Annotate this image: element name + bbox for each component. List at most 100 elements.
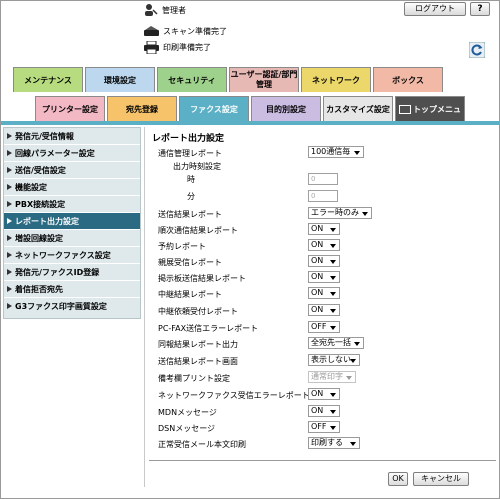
tx-result-report-select[interactable]: エラー時のみ bbox=[308, 207, 372, 219]
row-label: 送信結果レポート bbox=[158, 210, 222, 219]
chevron-down-icon bbox=[330, 244, 336, 248]
relay-result-select[interactable]: ON bbox=[308, 287, 340, 299]
sequential-report-select[interactable]: ON bbox=[308, 223, 340, 235]
triangle-right-icon bbox=[7, 252, 12, 258]
select-value: ON bbox=[311, 224, 324, 233]
sidebar-item-function[interactable]: 機能設定 bbox=[4, 179, 140, 196]
tx-report-screen-select[interactable]: 表示しない bbox=[308, 354, 360, 366]
relay-request-select[interactable]: ON bbox=[308, 304, 340, 316]
logout-button[interactable]: ログアウト bbox=[404, 2, 466, 16]
select-value: ON bbox=[311, 240, 324, 249]
tab-box[interactable]: ボックス bbox=[373, 67, 443, 92]
sidebar-item-g3-quality[interactable]: G3ファクス印字画質設定 bbox=[4, 298, 140, 315]
tab-fax-settings[interactable]: ファクス設定 bbox=[179, 96, 249, 121]
refresh-icon[interactable] bbox=[468, 41, 486, 59]
user-name: 管理者 bbox=[162, 6, 186, 15]
pcfax-error-select[interactable]: OFF bbox=[308, 321, 340, 333]
row-label: 掲示板送信結果レポート bbox=[158, 274, 246, 283]
comm-report-select[interactable]: 100通信毎 bbox=[308, 146, 364, 158]
tab-maintenance[interactable]: メンテナンス bbox=[13, 67, 83, 92]
tab-customize-settings[interactable]: カスタマイズ設定 bbox=[323, 96, 393, 121]
sidebar-item-extra-line[interactable]: 増設回線設定 bbox=[4, 230, 140, 247]
tab-environment[interactable]: 環境設定 bbox=[85, 67, 155, 92]
sidebar-item-label: 送信/受信設定 bbox=[15, 166, 66, 175]
select-value: ON bbox=[311, 272, 324, 281]
row-label: 正常受信メール本文印刷 bbox=[158, 440, 246, 449]
cancel-button[interactable]: キャンセル bbox=[413, 472, 469, 486]
triangle-right-icon bbox=[7, 303, 12, 309]
select-value: ON bbox=[311, 406, 324, 415]
chevron-down-icon bbox=[330, 326, 336, 330]
sidebar-item-fax-id[interactable]: 発信元/ファクスID登録 bbox=[4, 264, 140, 281]
select-value: ON bbox=[311, 389, 324, 398]
top-menu-button[interactable]: トップメニューへ bbox=[395, 96, 465, 139]
select-value: 印刷する bbox=[311, 438, 343, 447]
chevron-down-icon bbox=[330, 292, 336, 296]
sidebar-item-sender-info[interactable]: 発信元/受信情報 bbox=[4, 128, 140, 145]
row-label: 同報結果レポート出力 bbox=[158, 340, 238, 349]
tab-address-registration[interactable]: 宛先登録 bbox=[107, 96, 177, 121]
sidebar-item-label: 機能設定 bbox=[15, 183, 47, 192]
hour-input[interactable]: 0 bbox=[308, 173, 338, 185]
chevron-down-icon bbox=[350, 359, 356, 363]
sidebar-item-label: 回線パラメーター設定 bbox=[15, 149, 95, 158]
sidebar-item-label: レポート出力設定 bbox=[15, 217, 79, 226]
sidebar-item-line-params[interactable]: 回線パラメーター設定 bbox=[4, 145, 140, 162]
mail-body-print-select[interactable]: 印刷する bbox=[308, 437, 360, 449]
bulletin-report-select[interactable]: ON bbox=[308, 271, 340, 283]
chevron-down-icon bbox=[354, 151, 360, 155]
mdn-select[interactable]: ON bbox=[308, 405, 340, 417]
remarks-print-select[interactable]: 通常印字 bbox=[308, 371, 356, 383]
print-status: 印刷準備完了 bbox=[144, 41, 211, 54]
footer-divider bbox=[149, 460, 496, 461]
user-icon bbox=[144, 3, 158, 16]
scanner-icon bbox=[144, 26, 159, 37]
row-label: 送信結果レポート画面 bbox=[158, 357, 238, 366]
tab-security[interactable]: セキュリティ bbox=[157, 67, 227, 92]
tab-purpose-settings[interactable]: 目的別設定 bbox=[251, 96, 321, 121]
sidebar-item-network-fax[interactable]: ネットワークファクス設定 bbox=[4, 247, 140, 264]
triangle-right-icon bbox=[7, 235, 12, 241]
row-label: PC-FAX送信エラーレポート bbox=[158, 324, 259, 333]
row-label: ネットワークファクス受信エラーレポート bbox=[158, 391, 310, 400]
row-label: 中継結果レポート bbox=[158, 290, 222, 299]
triangle-right-icon bbox=[7, 286, 12, 292]
reservation-report-select[interactable]: ON bbox=[308, 239, 340, 251]
netfax-error-select[interactable]: ON bbox=[308, 388, 340, 400]
select-value: OFF bbox=[311, 422, 327, 431]
output-time-label: 出力時刻設定 bbox=[173, 162, 221, 171]
sidebar-item-tx-rx[interactable]: 送信/受信設定 bbox=[4, 162, 140, 179]
sidebar-item-reject-dest[interactable]: 着信拒否宛先 bbox=[4, 281, 140, 298]
triangle-right-icon bbox=[7, 150, 12, 156]
dsn-select[interactable]: OFF bbox=[308, 421, 340, 433]
sidebar-item-label: ネットワークファクス設定 bbox=[15, 251, 111, 260]
broadcast-report-select[interactable]: 全宛先一括 bbox=[308, 337, 364, 349]
top-menu-icon bbox=[399, 105, 411, 114]
tab-network[interactable]: ネットワーク bbox=[301, 67, 371, 92]
minute-input[interactable]: 0 bbox=[308, 190, 338, 202]
chevron-down-icon bbox=[330, 393, 336, 397]
row-label: 備考欄プリント設定 bbox=[158, 374, 230, 383]
row-label: 予約レポート bbox=[158, 242, 206, 251]
row-label: 親展受信レポート bbox=[158, 258, 222, 267]
scan-status: スキャン準備完了 bbox=[144, 26, 227, 37]
chevron-down-icon bbox=[330, 426, 336, 430]
select-value: ON bbox=[311, 256, 324, 265]
ok-button[interactable]: OK bbox=[388, 472, 408, 486]
sidebar-item-label: 発信元/ファクスID登録 bbox=[15, 268, 100, 277]
chevron-down-icon bbox=[330, 410, 336, 414]
print-status-text: 印刷準備完了 bbox=[163, 43, 211, 52]
select-value: ON bbox=[311, 305, 324, 314]
triangle-right-icon bbox=[7, 133, 12, 139]
sidebar: 発信元/受信情報 回線パラメーター設定 送信/受信設定 機能設定 PBX接続設定… bbox=[3, 127, 141, 319]
hour-label: 時 bbox=[187, 175, 195, 184]
help-button[interactable]: ? bbox=[470, 2, 490, 16]
sidebar-item-report-output[interactable]: レポート出力設定 bbox=[4, 213, 140, 230]
printer-icon bbox=[144, 41, 159, 54]
row-label: DSNメッセージ bbox=[158, 424, 216, 433]
tab-user-auth[interactable]: ユーザー認証/部門管理 bbox=[229, 67, 299, 92]
confidential-report-select[interactable]: ON bbox=[308, 255, 340, 267]
chevron-down-icon bbox=[330, 228, 336, 232]
tab-printer-settings[interactable]: プリンター設定 bbox=[35, 96, 105, 121]
sidebar-item-pbx[interactable]: PBX接続設定 bbox=[4, 196, 140, 213]
